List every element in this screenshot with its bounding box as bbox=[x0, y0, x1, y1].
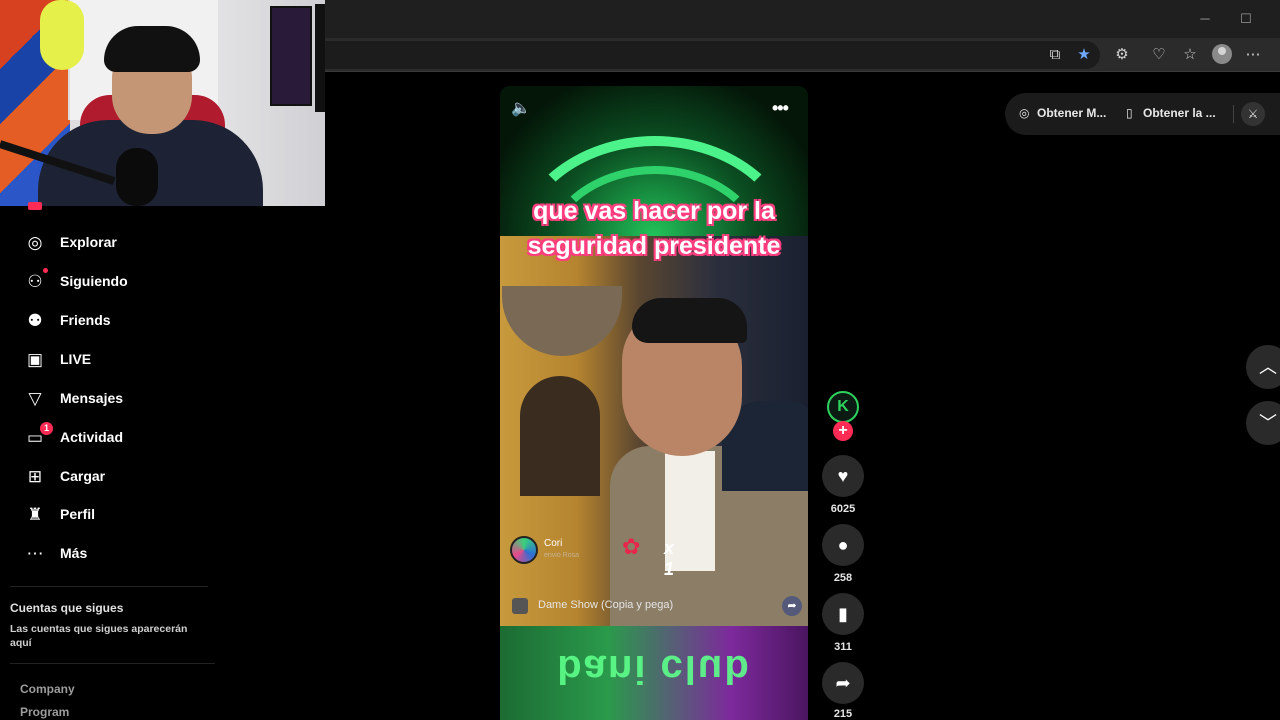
sidebar-item-mensajes[interactable]: ▽ Mensajes bbox=[0, 380, 300, 419]
following-description: Las cuentas que sigues aparecerán aquí bbox=[10, 623, 188, 649]
browser-menu-icon[interactable]: ⋯ bbox=[1242, 44, 1264, 66]
caption-line-1: que vas hacer por la bbox=[533, 197, 775, 225]
comment-count: 258 bbox=[833, 572, 853, 584]
volume-icon[interactable]: 🔈 bbox=[511, 98, 533, 118]
sidebar-item-live[interactable]: ▣ LIVE bbox=[0, 341, 300, 380]
get-app-link-2[interactable]: Obtener la ... bbox=[1143, 106, 1216, 120]
gift-subtitle: envió Rosa bbox=[544, 552, 580, 559]
divider bbox=[10, 586, 208, 587]
gift-user-name: Cori bbox=[544, 538, 563, 549]
building-arch bbox=[520, 376, 600, 496]
get-app-link-1[interactable]: Obtener M... bbox=[1037, 106, 1106, 120]
sidebar-item-cargar[interactable]: ⊞ Cargar bbox=[0, 458, 300, 497]
previous-video-button[interactable]: ︿ bbox=[1246, 345, 1280, 389]
gift-notification: Cori envió Rosa ✿ x 1 bbox=[510, 534, 674, 579]
webcam-overlay bbox=[0, 0, 325, 206]
sidebar-item-label: Friends bbox=[60, 312, 111, 328]
next-video-button[interactable]: ﹀ bbox=[1246, 401, 1280, 445]
caption-line-2: seguridad presidente bbox=[527, 232, 781, 260]
follow-plus-button[interactable]: + bbox=[833, 421, 853, 441]
comment-icon: ● bbox=[837, 535, 849, 555]
sidebar-item-label: Cargar bbox=[60, 468, 106, 484]
live-icon: ▣ bbox=[26, 350, 44, 369]
activity-badge: 1 bbox=[40, 422, 53, 435]
get-app-bar: ◎ Obtener M... ▯ Obtener la ... ⚔ bbox=[1005, 93, 1280, 135]
wall-frame bbox=[315, 4, 325, 112]
sidebar-item-label: Perfil bbox=[60, 506, 96, 522]
comment-button[interactable]: ● bbox=[822, 524, 864, 566]
profile-icon: ♜ bbox=[27, 505, 43, 524]
sidebar-item-explorar[interactable]: ◎ Explorar bbox=[0, 224, 300, 263]
sidebar-item-label: LIVE bbox=[60, 351, 92, 367]
sidebar-item-label: Explorar bbox=[60, 234, 117, 250]
music-disc-icon[interactable]: ➦ bbox=[782, 596, 802, 616]
messages-icon: ▽ bbox=[28, 389, 42, 408]
streamer-hair bbox=[104, 26, 200, 72]
divider bbox=[1233, 105, 1234, 123]
creator-avatar[interactable]: K bbox=[827, 391, 859, 423]
sidebar-item-label: Más bbox=[60, 545, 88, 561]
video-player[interactable]: bani club que vas hacer por la seguridad… bbox=[500, 86, 808, 720]
rose-icon: ✿ bbox=[622, 534, 641, 559]
browser-profile-avatar[interactable] bbox=[1212, 44, 1232, 64]
share-count: 215 bbox=[833, 708, 853, 720]
footer-link-company[interactable]: Company bbox=[20, 682, 75, 696]
wall-poster bbox=[270, 6, 312, 106]
compass-icon: ◎ bbox=[27, 233, 43, 252]
sidebar-item-label: Mensajes bbox=[60, 390, 124, 406]
notification-dot bbox=[43, 268, 48, 273]
friends-icon: ⚉ bbox=[27, 311, 43, 330]
share-icon: ➦ bbox=[835, 673, 851, 693]
music-icon bbox=[512, 598, 528, 614]
following-icon: ⚇ bbox=[27, 272, 43, 291]
sidebar-item-actividad[interactable]: ▭ 1 Actividad bbox=[0, 419, 300, 458]
music-info[interactable]: Dame Show (Copia y pega) ➦ bbox=[512, 596, 802, 618]
sidebar-item-mas[interactable]: ⋯ Más bbox=[0, 535, 300, 574]
user-avatar[interactable]: ⚔ bbox=[1241, 102, 1265, 126]
like-button[interactable]: ♥ bbox=[822, 455, 864, 497]
upload-icon: ⊞ bbox=[27, 467, 43, 486]
video-caption: que vas hacer por la seguridad president… bbox=[500, 194, 808, 264]
balcony bbox=[502, 286, 622, 356]
more-icon: ⋯ bbox=[26, 544, 44, 563]
yellow-plush bbox=[40, 0, 84, 70]
more-options-icon[interactable]: ••• bbox=[772, 98, 794, 118]
performance-icon[interactable]: ♡ bbox=[1148, 44, 1170, 66]
heart-icon: ♥ bbox=[837, 466, 849, 486]
gift-count: x 1 bbox=[664, 538, 675, 579]
chevron-up-icon: ︿ bbox=[1259, 357, 1277, 377]
favorites-icon[interactable]: ☆ bbox=[1179, 44, 1201, 66]
minimize-icon[interactable]: ─ bbox=[1195, 10, 1215, 28]
sidebar-item-siguiendo[interactable]: ⚇ Siguiendo bbox=[0, 263, 300, 302]
home-icon[interactable] bbox=[28, 202, 42, 210]
sidebar-item-label: Actividad bbox=[60, 429, 124, 445]
save-button[interactable]: ▮ bbox=[822, 593, 864, 635]
following-title: Cuentas que sigues bbox=[10, 601, 124, 615]
microphone bbox=[116, 148, 158, 206]
divider bbox=[10, 663, 215, 664]
neon-sign: bani club bbox=[557, 647, 751, 691]
app-icon: ◎ bbox=[1019, 106, 1030, 120]
sidebar-item-friends[interactable]: ⚉ Friends bbox=[0, 302, 300, 341]
bookmark-icon: ▮ bbox=[838, 604, 848, 624]
sidebar: ◎ Explorar ⚇ Siguiendo ⚉ Friends ▣ LIVE … bbox=[0, 202, 325, 720]
gift-user-avatar bbox=[510, 536, 538, 564]
sidebar-item-perfil[interactable]: ♜ Perfil bbox=[0, 496, 300, 535]
save-count: 311 bbox=[834, 641, 852, 653]
favorite-star-icon[interactable]: ★ bbox=[1073, 44, 1095, 66]
sidebar-item-label: Siguiendo bbox=[60, 273, 128, 289]
phone-icon: ▯ bbox=[1126, 106, 1133, 120]
chevron-down-icon: ﹀ bbox=[1259, 413, 1277, 433]
man-hair bbox=[632, 298, 747, 343]
music-title: Dame Show (Copia y pega) bbox=[538, 599, 674, 611]
like-count: 6025 bbox=[830, 503, 856, 515]
maximize-icon[interactable]: ☐ bbox=[1236, 10, 1256, 28]
extensions-icon[interactable]: ⚙ bbox=[1111, 44, 1133, 66]
footer-link-program[interactable]: Program bbox=[20, 705, 69, 719]
address-bar[interactable] bbox=[300, 41, 1100, 69]
share-button[interactable]: ➦ bbox=[822, 662, 864, 704]
open-external-icon[interactable]: ⧉ bbox=[1044, 44, 1066, 66]
